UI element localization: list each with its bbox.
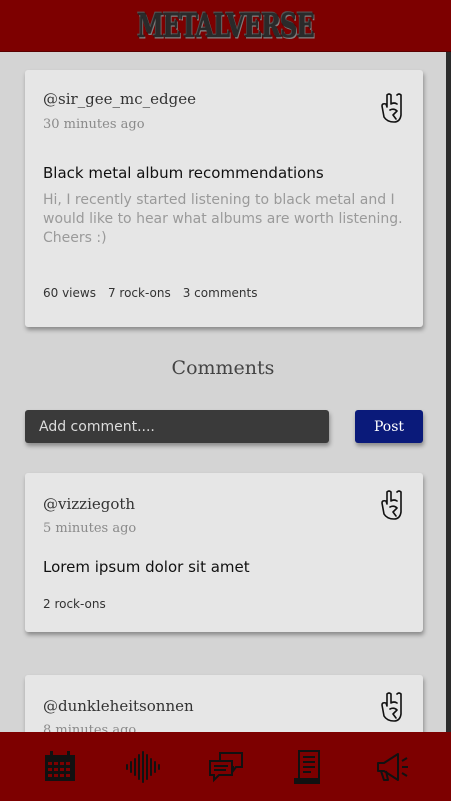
nav-calendar[interactable] [38, 745, 82, 789]
comment-card[interactable]: @vizziegoth 5 minutes ago Lorem ipsum do… [25, 473, 423, 632]
scroll-icon [293, 749, 320, 784]
rock-on-hand-icon[interactable] [379, 489, 405, 521]
main-content[interactable]: @sir_gee_mc_edgee 30 minutes ago Black m… [0, 52, 446, 732]
nav-announcements[interactable] [370, 745, 414, 789]
post-stats: 60 views 7 rock-ons 3 comments [43, 286, 257, 300]
add-comment-input[interactable] [25, 410, 329, 443]
soundwave-icon [125, 750, 160, 783]
nav-forum[interactable] [204, 745, 248, 789]
rock-on-hand-icon[interactable] [379, 92, 405, 124]
comment-rockons: 2 rock-ons [43, 597, 106, 611]
nav-music[interactable] [121, 745, 165, 789]
comment-timestamp: 8 minutes ago [43, 723, 137, 732]
bottom-nav [0, 732, 451, 801]
post-comment-button[interactable]: Post [355, 410, 423, 443]
comment-text: Lorem ipsum dolor sit amet [43, 558, 250, 576]
app-logo[interactable]: METALVERSE [137, 6, 315, 45]
app-header: METALVERSE [0, 0, 451, 52]
calendar-icon [44, 750, 75, 781]
post-timestamp: 30 minutes ago [43, 117, 145, 132]
rock-on-hand-icon[interactable] [379, 691, 405, 723]
comment-author-handle[interactable]: @dunkleheitsonnen [43, 697, 194, 715]
post-comments-count: 3 comments [182, 286, 258, 300]
post-rockons: 7 rock-ons [107, 286, 171, 300]
post-views: 60 views [43, 286, 96, 300]
megaphone-icon [376, 752, 408, 781]
comments-heading: Comments [171, 357, 275, 379]
post-card[interactable]: @sir_gee_mc_edgee 30 minutes ago Black m… [25, 70, 423, 327]
comment-timestamp: 5 minutes ago [43, 521, 137, 536]
post-author-handle[interactable]: @sir_gee_mc_edgee [43, 90, 196, 108]
scrollbar[interactable] [446, 52, 451, 732]
post-title: Black metal album recommendations [43, 164, 324, 182]
chat-icon [208, 751, 243, 782]
comment-card[interactable]: @dunkleheitsonnen 8 minutes ago [25, 675, 423, 732]
comment-author-handle[interactable]: @vizziegoth [43, 495, 135, 513]
nav-lyrics[interactable] [287, 745, 331, 789]
post-body: Hi, I recently started listening to blac… [43, 192, 403, 246]
